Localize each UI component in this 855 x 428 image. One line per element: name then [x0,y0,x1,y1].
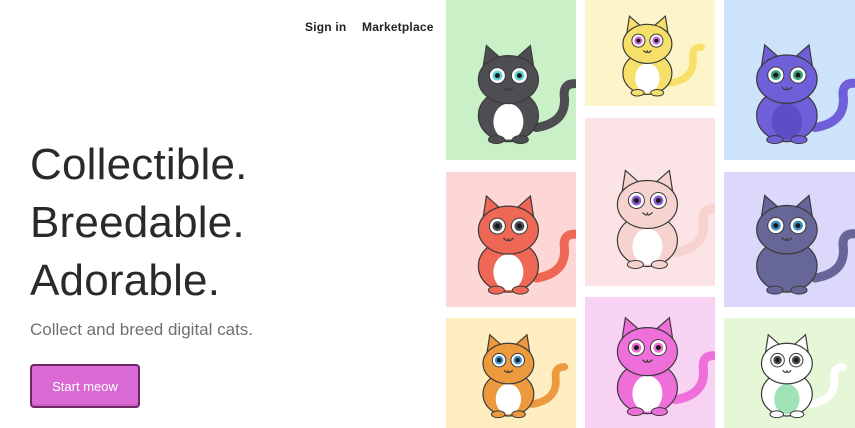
hero-subtitle: Collect and breed digital cats. [30,320,254,339]
cat-tile[interactable] [446,0,576,160]
cat-belly [493,254,524,291]
cat-foot [511,285,529,295]
cat-foot [650,89,665,97]
cat-eye-pupil [655,345,661,351]
yellow-cat-illustration [622,14,705,97]
cat-tail [531,79,576,133]
cat-belly [774,383,800,415]
red-cat-illustration [477,194,576,295]
cat-tail [670,203,715,257]
cat-eye-pupil [496,358,502,363]
marketplace-link[interactable]: Marketplace [362,20,434,34]
cat-belly [635,63,660,93]
cat-eye-pupil [494,223,500,229]
cat-foot [487,135,505,145]
orange-cat-illustration [482,333,569,419]
cat-belly [771,103,802,140]
grey-striped-cat-illustration [477,44,576,145]
cat-foot [769,410,784,419]
cat-head [477,54,540,105]
purple-spotted-cat-illustration [756,43,855,145]
mint-cat-illustration [760,333,847,419]
cat-foot [626,259,644,269]
start-meow-button[interactable]: Start meow [30,364,140,408]
headline: Collectible. Breedable. Adorable. [30,136,248,310]
cat-head [756,54,818,104]
cat-head [616,327,679,377]
cat-tile[interactable] [724,318,855,428]
cat-belly [632,375,663,412]
cat-foot [650,259,668,269]
cat-gallery [446,0,855,428]
cat-eye-pupil [773,223,779,229]
cat-foot [789,410,805,419]
cat-tile[interactable] [446,172,576,307]
cat-foot [790,135,808,145]
cat-belly [495,383,522,415]
cat-belly [493,103,524,140]
pink-white-cat-illustration [616,169,715,269]
headline-line-collectible: Collectible. [30,140,248,189]
hero: Collectible. Breedable. Adorable. [30,136,248,310]
cat-eye-pupil [655,197,661,203]
cat-head [477,205,540,255]
cat-tail [806,363,847,408]
cat-belly [771,253,802,291]
cat-foot [766,285,784,295]
cat-eye-pupil [633,345,639,351]
cat-eye-pupil [795,223,801,229]
cat-foot [630,89,645,97]
cat-eye-pupil [636,38,641,43]
cat-tail [810,229,855,283]
magenta-cat-illustration [616,316,715,417]
slate-cat-illustration [756,194,855,295]
cat-head [760,342,813,385]
cat-eye-pupil [516,223,522,229]
cat-foot [490,410,506,419]
headline-line-adorable: Adorable. [30,256,221,305]
cat-head [616,179,679,230]
cat-foot [511,135,529,145]
sign-in-link[interactable]: Sign in [305,20,346,34]
cat-tile[interactable] [585,0,715,106]
cat-foot [487,285,505,295]
cat-eye-pupil [795,72,801,78]
cat-foot [650,407,668,417]
cat-belly [632,228,663,265]
cat-eye-pupil [654,38,659,43]
cat-eye-pupil [633,197,639,203]
cat-head [756,204,818,255]
cat-tail [528,363,569,408]
cat-foot [790,285,808,295]
cat-tile[interactable] [446,318,576,428]
cat-eye-pupil [773,72,779,78]
cat-foot [511,410,526,419]
cat-eye-pupil [775,358,780,363]
cat-foot [766,135,784,145]
cat-tail [670,351,715,405]
cat-head [482,342,535,385]
headline-line-breedable: Breedable. [30,198,245,247]
cat-tile[interactable] [585,297,715,428]
cat-tail [810,78,855,133]
cat-eye-pupil [516,73,522,79]
cat-tail [666,43,705,87]
cat-tail [531,229,576,283]
cat-eye-pupil [515,358,520,363]
cat-tile[interactable] [585,118,715,286]
cat-eye-pupil [794,358,799,363]
cat-head [622,23,673,65]
cat-foot [626,407,644,417]
cat-tile[interactable] [724,172,855,307]
cat-tile[interactable] [724,0,855,160]
cat-eye-pupil [494,73,500,79]
